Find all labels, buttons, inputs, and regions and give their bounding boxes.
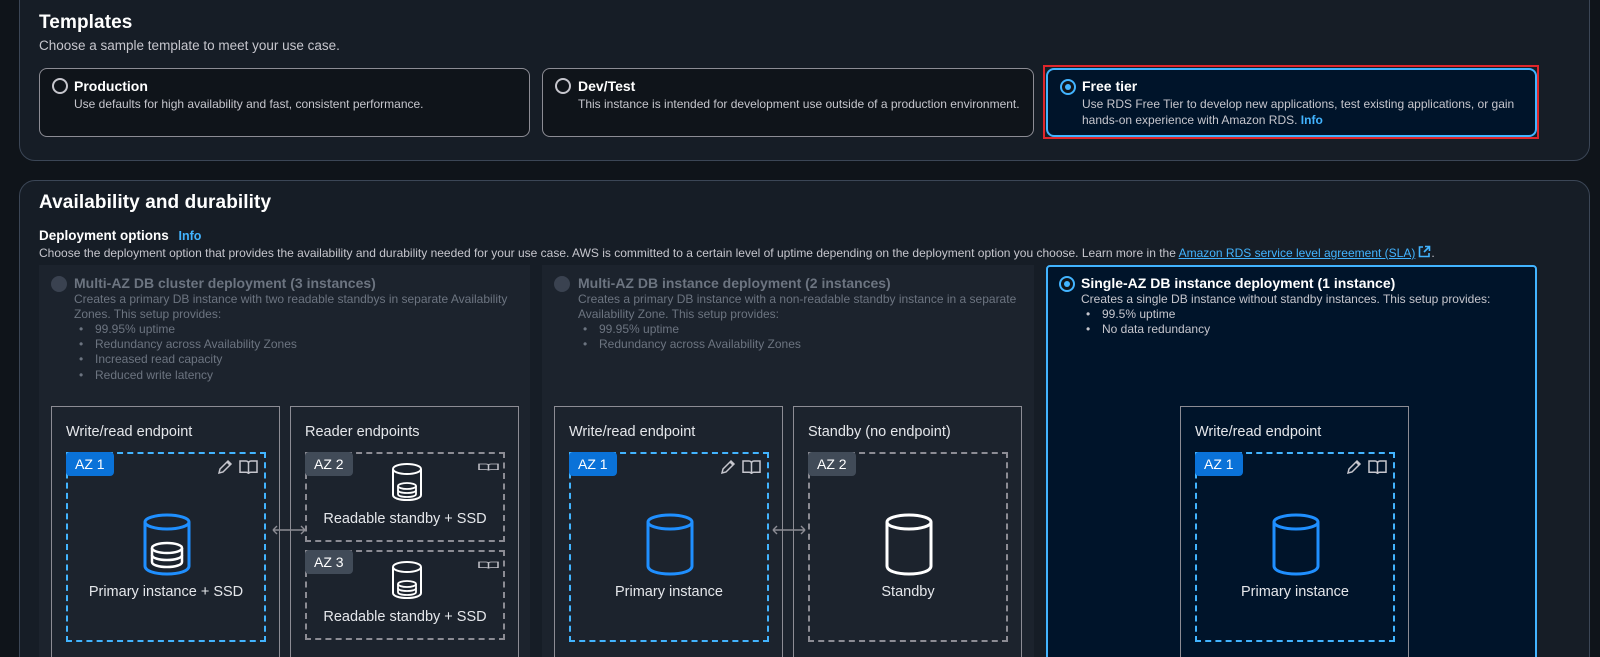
sla-link[interactable]: Amazon RDS service level agreement (SLA) [1179, 245, 1432, 260]
database-icon [143, 513, 191, 576]
az-actions [1346, 459, 1387, 475]
az-zone: AZ 1 Primary instance + SSD [66, 452, 266, 642]
external-link-icon [1419, 245, 1431, 258]
reader-endpoints-box: Reader endpoints AZ 2 Readable standby +… [290, 406, 519, 657]
deployment-desc: Creates a single DB instance without sta… [1081, 292, 1491, 306]
database-icon [646, 513, 694, 576]
az-zone: AZ 1 Primary instance [569, 452, 769, 642]
deployment-label: Single-AZ DB instance deployment (1 inst… [1081, 275, 1396, 291]
deployment-bullets: 99.5% uptime No data redundancy [1081, 307, 1210, 337]
instance-label: Primary instance [1241, 584, 1349, 600]
deployment-desc: Creates a primary DB instance with two r… [74, 292, 508, 322]
az-tag: AZ 1 [569, 452, 617, 476]
deployment-desc: Creates a primary DB instance with a non… [578, 292, 1017, 322]
multi-az-instance-radio[interactable] [554, 276, 570, 292]
bullet: 99.95% uptime [74, 322, 297, 337]
bullet: No data redundancy [1081, 322, 1210, 337]
deployment-single-az[interactable]: Single-AZ DB instance deployment (1 inst… [1046, 265, 1537, 657]
az-tag: AZ 1 [1195, 452, 1243, 476]
database-icon [392, 561, 422, 600]
templates-title: Templates [39, 12, 133, 33]
write-read-endpoint-box: Write/read endpoint AZ 1 Primary instanc… [51, 406, 280, 657]
deployment-multi-az-instance[interactable]: Multi-AZ DB instance deployment (2 insta… [542, 265, 1034, 657]
instance-label: Standby [881, 584, 935, 600]
az-zone: AZ 2 Standby [808, 452, 1008, 642]
book-icon[interactable] [1368, 460, 1387, 475]
write-read-endpoint-box: Write/read endpoint AZ 1 Primary instanc… [1180, 406, 1409, 657]
single-az-radio[interactable] [1059, 276, 1075, 292]
template-label: Production [74, 78, 148, 94]
template-production[interactable]: Production Use defaults for high availab… [39, 68, 530, 137]
bullet: Increased read capacity [74, 352, 297, 367]
edit-pencil-icon[interactable] [217, 459, 233, 475]
bullet: Redundancy across Availability Zones [74, 337, 297, 352]
box-title: Write/read endpoint [569, 424, 696, 440]
templates-subtitle: Choose a sample template to meet your us… [39, 38, 340, 53]
az-actions [217, 459, 258, 475]
az-actions [720, 459, 761, 475]
template-desc: This instance is intended for developmen… [578, 97, 1020, 111]
write-read-endpoint-box: Write/read endpoint AZ 1 Primary instanc… [554, 406, 783, 657]
database-icon [885, 513, 933, 576]
box-title: Write/read endpoint [1195, 424, 1322, 440]
selection-highlight-box [1043, 65, 1539, 139]
az-tag: AZ 3 [305, 550, 353, 574]
deployment-description: Choose the deployment option that provid… [39, 245, 1435, 260]
deployment-label: Multi-AZ DB instance deployment (2 insta… [578, 275, 891, 291]
instance-label: Primary instance [615, 584, 723, 600]
deployment-info-link[interactable]: Info [179, 229, 202, 243]
az-tag: AZ 1 [66, 452, 114, 476]
deployment-options-label: Deployment options Info [39, 228, 202, 243]
database-icon [392, 463, 422, 502]
edit-pencil-icon[interactable] [720, 459, 736, 475]
template-dev-test[interactable]: Dev/Test This instance is intended for d… [542, 68, 1034, 137]
bullet: Redundancy across Availability Zones [578, 337, 801, 352]
deployment-label: Multi-AZ DB cluster deployment (3 instan… [74, 275, 376, 291]
box-title: Standby (no endpoint) [808, 424, 951, 440]
book-icon[interactable] [239, 460, 258, 475]
instance-label: Readable standby + SSD [323, 511, 487, 527]
book-icon[interactable] [477, 458, 499, 476]
multi-az-cluster-radio[interactable] [51, 276, 67, 292]
az-tag: AZ 2 [808, 452, 856, 476]
box-title: Write/read endpoint [66, 424, 193, 440]
instance-label: Readable standby + SSD [323, 609, 487, 625]
az-zone: AZ 3 Readable standby + SSD [305, 550, 505, 640]
az-zone: AZ 1 Primary instance [1195, 452, 1395, 642]
bullet: 99.5% uptime [1081, 307, 1210, 322]
production-radio[interactable] [52, 78, 68, 94]
deployment-bullets: 99.95% uptime Redundancy across Availabi… [74, 322, 297, 383]
database-icon [1272, 513, 1320, 576]
template-desc: Use defaults for high availability and f… [74, 97, 424, 111]
dev-test-radio[interactable] [555, 78, 571, 94]
bullet: 99.95% uptime [578, 322, 801, 337]
template-label: Dev/Test [578, 78, 636, 94]
book-icon[interactable] [477, 556, 499, 574]
edit-pencil-icon[interactable] [1346, 459, 1362, 475]
availability-title: Availability and durability [39, 192, 272, 213]
instance-label: Primary instance + SSD [88, 584, 244, 600]
bullet: Reduced write latency [74, 368, 297, 383]
deployment-bullets: 99.95% uptime Redundancy across Availabi… [578, 322, 801, 352]
az-zone: AZ 2 Readable standby + SSD [305, 452, 505, 542]
book-icon[interactable] [742, 460, 761, 475]
standby-box: Standby (no endpoint) AZ 2 Standby [793, 406, 1022, 657]
az-tag: AZ 2 [305, 452, 353, 476]
deployment-multi-az-cluster[interactable]: Multi-AZ DB cluster deployment (3 instan… [39, 265, 530, 657]
box-title: Reader endpoints [305, 424, 420, 440]
